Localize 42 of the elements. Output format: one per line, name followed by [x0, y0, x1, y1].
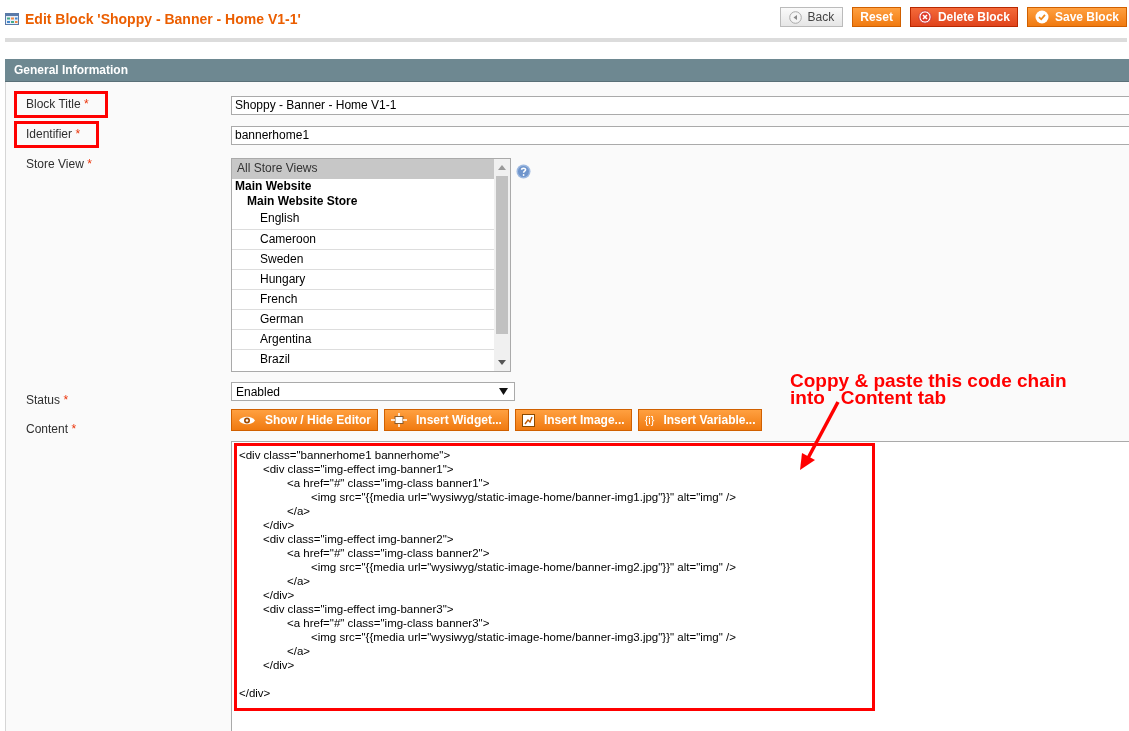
- dropdown-arrow-icon: [499, 388, 508, 395]
- required-mark: *: [71, 422, 77, 436]
- store-view-option[interactable]: French: [232, 289, 494, 309]
- text-field[interactable]: bannerhome1: [231, 126, 1129, 145]
- content-textarea[interactable]: [231, 441, 1129, 731]
- grid-icon: [5, 13, 19, 25]
- annotation-text: Coppy & paste this code chain into Content tab: [790, 372, 1067, 406]
- required-mark: *: [87, 157, 92, 171]
- store-view-list[interactable]: All Store Views Main Website Main Website Store English Cameroon Sweden Hungary French German Argentina Brazil: [231, 158, 511, 372]
- field-label: Status: [26, 393, 61, 407]
- help-icon[interactable]: [516, 164, 531, 179]
- close-icon: [917, 10, 932, 24]
- store-view-option[interactable]: Sweden: [232, 249, 494, 269]
- required-mark: *: [84, 97, 89, 111]
- status-dropdown[interactable]: Enabled: [231, 382, 515, 401]
- back-button[interactable]: Back: [779, 7, 844, 27]
- required-mark: *: [75, 127, 81, 141]
- scrollbar[interactable]: [494, 159, 510, 371]
- field-label: Content: [26, 422, 69, 436]
- store-view-option[interactable]: English: [232, 209, 494, 229]
- option-group-label: Main Website Store: [246, 194, 359, 209]
- field-label: Store View: [26, 157, 84, 171]
- store-view-option[interactable]: Brazil: [232, 349, 494, 369]
- store-view-option[interactable]: Hungary: [232, 269, 494, 289]
- store-view-option[interactable]: German: [232, 309, 494, 329]
- delete-button[interactable]: Delete Block: [909, 7, 1018, 27]
- image-icon: [521, 413, 535, 427]
- option-group-label: Main Website: [234, 179, 313, 194]
- field-label: Block Title: [26, 97, 81, 111]
- required-mark: *: [63, 393, 69, 407]
- field-label: Identifier: [26, 127, 73, 141]
- eye-icon: [238, 414, 256, 426]
- store-view-option[interactable]: Argentina: [232, 329, 494, 349]
- page-title: Edit Block 'Shoppy - Banner - Home V1-1': [25, 11, 302, 27]
- variable-icon: {i}: [644, 414, 655, 426]
- text-field[interactable]: Shoppy - Banner - Home V1-1: [231, 96, 1129, 115]
- store-view-option[interactable]: All Store Views: [232, 159, 494, 179]
- store-view-option[interactable]: Cameroon: [232, 229, 494, 249]
- checkmark-icon: [1034, 10, 1049, 24]
- code-text: <div class="bannerhome1 bannerhome"> <div class="img-effect img-banner1"> <a href="#" class="img-class banner1"> <img src="{{media url="wysiwyg/static-image-home/banner-img1.jpg"}}" alt="img" /> </a> </div> <div class="img-effect img-banner2"> <a href="#" class="img-class banner2"> <img src="{{media url="wysiwyg/static-image-home/banner-img2.jpg"}}" alt="img" /> </a> </div> <div class="img-effect img-banner3"> <a href="#" class="img-class banner3"> <img src="{{media url="wysiwyg/static-image-home/banner-img3.jpg"}}" alt="img" /> </a> </div> </div>: [239, 448, 737, 700]
- section-header: General Information: [5, 59, 1129, 82]
- widget-icon: [391, 413, 407, 427]
